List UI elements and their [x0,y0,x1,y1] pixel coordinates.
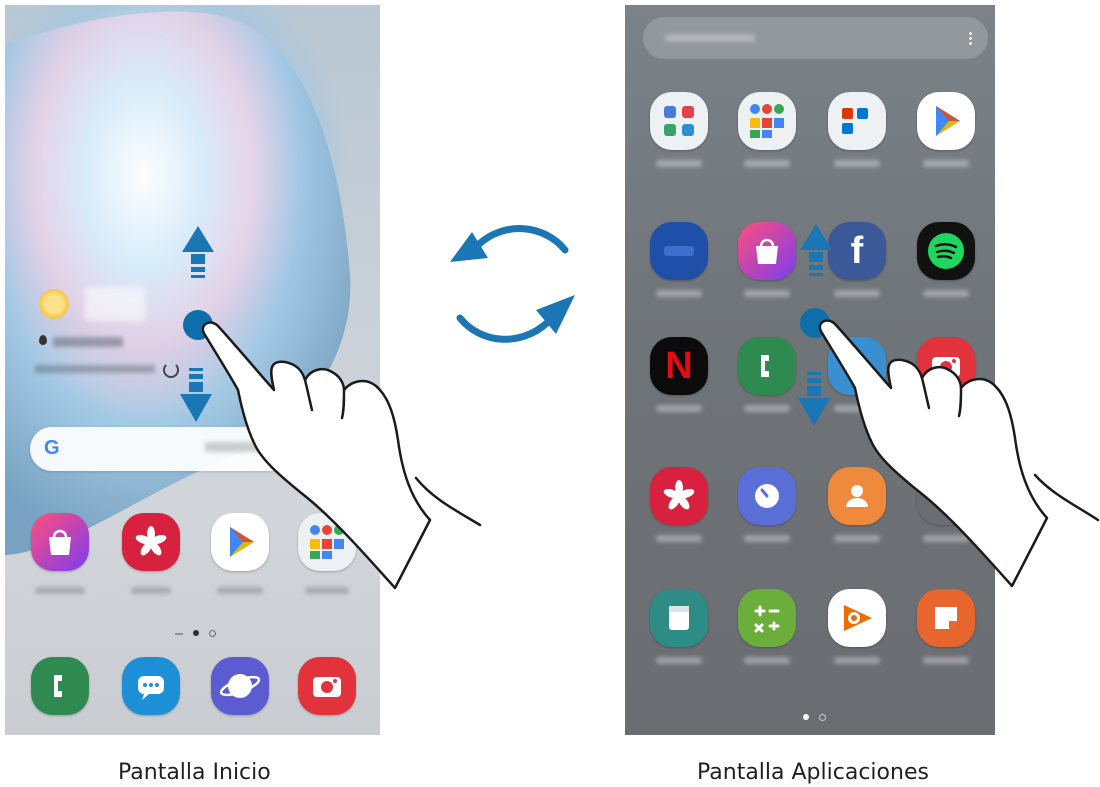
swipe-down-arrow-icon [180,368,212,422]
swipe-up-arrow-icon [182,226,214,278]
apps-screen-caption: Pantalla Aplicaciones [697,760,929,785]
gesture-overlay [180,224,1100,590]
swipe-down-arrow-icon [798,372,830,426]
swipe-up-arrow-icon [800,224,832,276]
hand-gesture-icon [201,321,482,590]
swap-rotate-icon [450,225,575,343]
hand-gesture-icon [818,319,1100,588]
home-screen-caption: Pantalla Inicio [118,760,271,785]
